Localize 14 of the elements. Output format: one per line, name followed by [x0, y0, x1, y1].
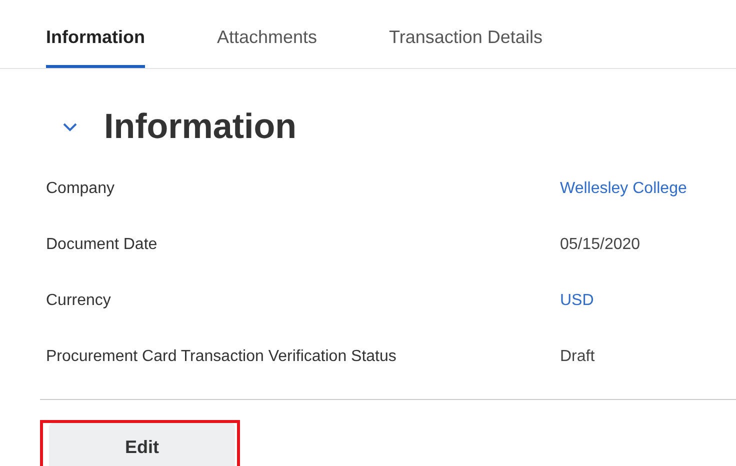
field-label: Currency [46, 291, 112, 311]
section-title: Information [104, 107, 296, 147]
tab[interactable]: Attachments [217, 0, 318, 68]
tab[interactable]: Transaction Details [389, 0, 542, 68]
field-value: 05/15/2020 [560, 235, 642, 255]
field-label: Document Date [46, 235, 158, 255]
field-label: Procurement Card Transaction Verification Status [46, 347, 398, 367]
field-link[interactable]: USD [560, 287, 736, 343]
field-link[interactable]: Wellesley College [560, 175, 736, 231]
field-label: Company [46, 179, 116, 199]
field-value: Draft [560, 347, 596, 367]
chevron-icon[interactable] [62, 122, 78, 132]
edit-button[interactable]: Edit [49, 423, 235, 466]
tab[interactable]: Information [46, 0, 145, 68]
